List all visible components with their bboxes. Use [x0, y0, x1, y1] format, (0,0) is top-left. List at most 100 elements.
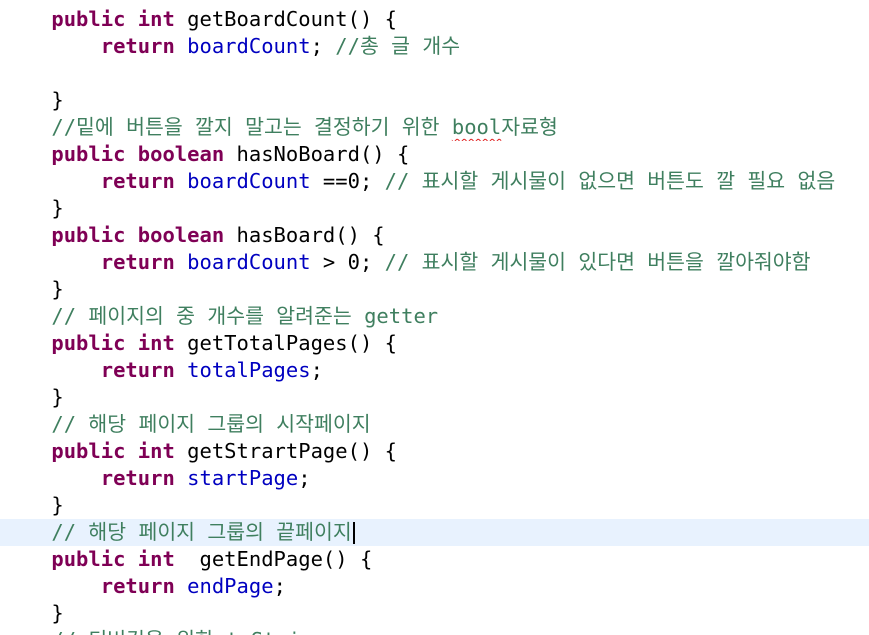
code-line[interactable]: }: [0, 87, 869, 114]
code-line[interactable]: public int getBoardCount() {: [0, 6, 869, 33]
comment-token: // 페이지의 중 개수를 알려준는 getter: [51, 304, 439, 328]
code-token: > 0;: [310, 250, 385, 274]
code-token: }: [51, 277, 64, 301]
code-line[interactable]: return totalPages;: [0, 357, 869, 384]
code-token: }: [51, 385, 64, 409]
code-editor[interactable]: public int getBoardCount() { return boar…: [0, 0, 869, 635]
code-line[interactable]: public int getStrartPage() {: [0, 438, 869, 465]
keyword-token: return: [100, 34, 175, 58]
code-line-current[interactable]: // 해당 페이지 그룹의 끝페이지: [0, 519, 869, 546]
code-line[interactable]: [0, 60, 869, 87]
keyword-token: public: [51, 331, 126, 355]
keyword-token: return: [100, 250, 175, 274]
code-token: ;: [298, 466, 311, 490]
keyword-token: int: [137, 7, 175, 31]
field-token: boardCount: [187, 34, 311, 58]
code-line[interactable]: return boardCount > 0; // 표시할 게시물이 있다면 버…: [0, 249, 869, 276]
code-line[interactable]: // 디버깅을 위한 toString: [0, 627, 869, 635]
code-line[interactable]: }: [0, 492, 869, 519]
comment-token: bool: [451, 115, 502, 139]
code-token: }: [51, 196, 64, 220]
code-token: }: [51, 88, 64, 112]
code-line[interactable]: }: [0, 600, 869, 627]
code-token: ;: [310, 34, 336, 58]
code-token: getBoardCount() {: [174, 7, 397, 31]
code-line[interactable]: return startPage;: [0, 465, 869, 492]
comment-token: // 디버깅을 위한 toString: [51, 628, 325, 635]
comment-token: //총 글 개수: [335, 34, 461, 58]
keyword-token: public: [51, 223, 126, 247]
code-line[interactable]: public int getEndPage() {: [0, 546, 869, 573]
field-token: boardCount: [187, 169, 311, 193]
code-line[interactable]: return boardCount; //총 글 개수: [0, 33, 869, 60]
code-line[interactable]: }: [0, 384, 869, 411]
code-token: getTotalPages() {: [174, 331, 397, 355]
keyword-token: return: [100, 169, 175, 193]
comment-token: //밑에 버튼을 깔지 말고는 결정하기 위한: [51, 115, 452, 139]
code-line[interactable]: public boolean hasNoBoard() {: [0, 141, 869, 168]
code-token: hasNoBoard() {: [224, 142, 410, 166]
comment-token: // 표시할 게시물이 없으면 버튼도 깔 필요 없음: [384, 169, 836, 193]
code-line[interactable]: // 페이지의 중 개수를 알려준는 getter: [0, 303, 869, 330]
keyword-token: int: [137, 439, 175, 463]
keyword-token: return: [100, 574, 175, 598]
code-line[interactable]: //밑에 버튼을 깔지 말고는 결정하기 위한 bool자료형: [0, 114, 869, 141]
keyword-token: int: [137, 331, 175, 355]
comment-token: // 표시할 게시물이 있다면 버튼을 깔아줘야함: [384, 250, 811, 274]
comment-token: 자료형: [501, 115, 558, 139]
field-token: endPage: [187, 574, 274, 598]
code-line[interactable]: // 해당 페이지 그룹의 시작페이지: [0, 411, 869, 438]
code-token: hasBoard() {: [224, 223, 385, 247]
code-line[interactable]: public boolean hasBoard() {: [0, 222, 869, 249]
code-line[interactable]: }: [0, 276, 869, 303]
comment-token: // 해당 페이지 그룹의 끝페이지: [51, 520, 352, 544]
code-token: ;: [310, 358, 323, 382]
keyword-token: boolean: [137, 223, 225, 247]
code-line[interactable]: public int getTotalPages() {: [0, 330, 869, 357]
code-token: getStrartPage() {: [174, 439, 397, 463]
field-token: boardCount: [187, 250, 311, 274]
code-token: getEndPage() {: [174, 547, 373, 571]
keyword-token: int: [137, 547, 175, 571]
keyword-token: return: [100, 466, 175, 490]
comment-token: // 해당 페이지 그룹의 시작페이지: [51, 412, 371, 436]
code-line[interactable]: return endPage;: [0, 573, 869, 600]
text-caret: [352, 522, 355, 544]
code-token: ==0;: [310, 169, 385, 193]
code-token: ;: [273, 574, 286, 598]
keyword-token: public: [51, 439, 126, 463]
code-line[interactable]: }: [0, 195, 869, 222]
field-token: startPage: [187, 466, 299, 490]
code-token: }: [51, 493, 64, 517]
code-line[interactable]: return boardCount ==0; // 표시할 게시물이 없으면 버…: [0, 168, 869, 195]
